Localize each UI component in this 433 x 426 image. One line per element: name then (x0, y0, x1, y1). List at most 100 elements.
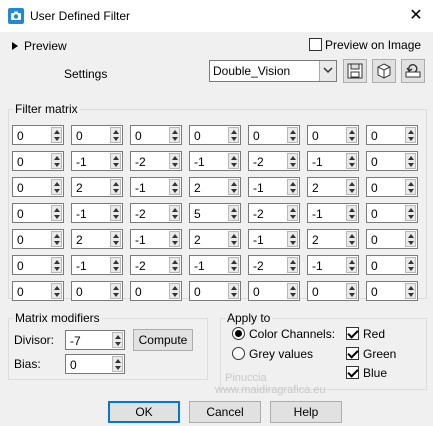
matrix-cell-r1-c2[interactable]: 0 (71, 125, 123, 145)
matrix-cell-spin-arrows[interactable] (169, 205, 180, 221)
matrix-cell-spin-arrows[interactable] (169, 127, 180, 143)
matrix-cell-r6-c3[interactable]: -2 (130, 255, 182, 275)
matrix-cell-r4-c4[interactable]: 5 (189, 203, 241, 223)
matrix-cell-r3-c5[interactable]: -1 (248, 177, 300, 197)
matrix-cell-r4-c6[interactable]: -1 (307, 203, 359, 223)
matrix-cell-spin-arrows[interactable] (405, 257, 416, 273)
matrix-cell-r7-c5[interactable]: 0 (248, 281, 300, 301)
matrix-cell-r2-c3[interactable]: -2 (130, 151, 182, 171)
dropdown-button[interactable] (319, 61, 336, 81)
matrix-cell-r3-c1[interactable]: 0 (12, 177, 64, 197)
matrix-cell-r7-c2[interactable]: 0 (71, 281, 123, 301)
matrix-cell-r2-c1[interactable]: 0 (12, 151, 64, 171)
matrix-cell-r4-c5[interactable]: -2 (248, 203, 300, 223)
matrix-cell-spin-arrows[interactable] (405, 179, 416, 195)
matrix-cell-r7-c7[interactable]: 0 (366, 281, 418, 301)
matrix-cell-r6-c2[interactable]: -1 (71, 255, 123, 275)
matrix-cell-r5-c3[interactable]: -1 (130, 229, 182, 249)
matrix-cell-spin-arrows[interactable] (287, 257, 298, 273)
matrix-cell-r1-c1[interactable]: 0 (12, 125, 64, 145)
bias-spin-arrows[interactable] (112, 356, 123, 372)
matrix-cell-spin-arrows[interactable] (110, 231, 121, 247)
matrix-cell-r6-c5[interactable]: -2 (248, 255, 300, 275)
matrix-cell-r6-c7[interactable]: 0 (366, 255, 418, 275)
matrix-cell-spin-arrows[interactable] (346, 179, 357, 195)
matrix-cell-spin-arrows[interactable] (51, 231, 62, 247)
matrix-cell-spin-arrows[interactable] (228, 257, 239, 273)
matrix-cell-spin-arrows[interactable] (346, 231, 357, 247)
matrix-cell-spin-arrows[interactable] (228, 283, 239, 299)
matrix-cell-r6-c6[interactable]: -1 (307, 255, 359, 275)
preview-expander[interactable]: Preview (12, 38, 67, 53)
matrix-cell-spin-arrows[interactable] (228, 231, 239, 247)
matrix-cell-spin-arrows[interactable] (110, 205, 121, 221)
grey-values-radio[interactable] (232, 347, 245, 360)
ok-button[interactable]: OK (108, 401, 180, 423)
compute-button[interactable]: Compute (133, 329, 193, 351)
matrix-cell-r3-c3[interactable]: -1 (130, 177, 182, 197)
matrix-cell-r3-c4[interactable]: 2 (189, 177, 241, 197)
matrix-cell-spin-arrows[interactable] (110, 179, 121, 195)
matrix-cell-r1-c7[interactable]: 0 (366, 125, 418, 145)
matrix-cell-spin-arrows[interactable] (51, 205, 62, 221)
matrix-cell-r1-c4[interactable]: 0 (189, 125, 241, 145)
matrix-cell-r2-c2[interactable]: -1 (71, 151, 123, 171)
color-channels-radio[interactable] (232, 327, 245, 340)
matrix-cell-spin-arrows[interactable] (110, 257, 121, 273)
matrix-cell-r5-c2[interactable]: 2 (71, 229, 123, 249)
matrix-cell-spin-arrows[interactable] (405, 205, 416, 221)
matrix-cell-r3-c6[interactable]: 2 (307, 177, 359, 197)
matrix-cell-r5-c1[interactable]: 0 (12, 229, 64, 249)
matrix-cell-r3-c2[interactable]: 2 (71, 177, 123, 197)
matrix-cell-spin-arrows[interactable] (51, 127, 62, 143)
matrix-cell-r2-c5[interactable]: -2 (248, 151, 300, 171)
matrix-cell-spin-arrows[interactable] (287, 153, 298, 169)
reset-button[interactable] (401, 59, 425, 83)
matrix-cell-spin-arrows[interactable] (169, 231, 180, 247)
matrix-cell-r1-c3[interactable]: 0 (130, 125, 182, 145)
bias-spinner[interactable]: 0 (65, 354, 125, 374)
save-preset-button[interactable] (343, 59, 367, 83)
matrix-cell-spin-arrows[interactable] (405, 127, 416, 143)
matrix-cell-spin-arrows[interactable] (110, 127, 121, 143)
matrix-cell-spin-arrows[interactable] (51, 179, 62, 195)
matrix-cell-spin-arrows[interactable] (51, 153, 62, 169)
matrix-cell-r4-c7[interactable]: 0 (366, 203, 418, 223)
matrix-cell-r2-c6[interactable]: -1 (307, 151, 359, 171)
preset-dropdown[interactable]: Double_Vision (209, 60, 337, 82)
matrix-cell-r7-c1[interactable]: 0 (12, 281, 64, 301)
blue-checkbox[interactable] (346, 366, 359, 379)
matrix-cell-r6-c1[interactable]: 0 (12, 255, 64, 275)
matrix-cell-spin-arrows[interactable] (169, 257, 180, 273)
matrix-cell-r5-c5[interactable]: -1 (248, 229, 300, 249)
matrix-cell-spin-arrows[interactable] (287, 179, 298, 195)
matrix-cell-r6-c4[interactable]: -1 (189, 255, 241, 275)
matrix-cell-spin-arrows[interactable] (110, 153, 121, 169)
matrix-cell-spin-arrows[interactable] (346, 205, 357, 221)
green-checkbox[interactable] (346, 347, 359, 360)
matrix-cell-spin-arrows[interactable] (287, 127, 298, 143)
matrix-cell-spin-arrows[interactable] (110, 283, 121, 299)
matrix-cell-r4-c1[interactable]: 0 (12, 203, 64, 223)
preview-on-image-checkbox[interactable] (309, 38, 322, 51)
matrix-cell-spin-arrows[interactable] (346, 153, 357, 169)
matrix-cell-r4-c2[interactable]: -1 (71, 203, 123, 223)
matrix-cell-spin-arrows[interactable] (346, 127, 357, 143)
matrix-cell-r7-c3[interactable]: 0 (130, 281, 182, 301)
divisor-spinner[interactable]: -7 (65, 330, 125, 350)
matrix-cell-spin-arrows[interactable] (346, 257, 357, 273)
matrix-cell-spin-arrows[interactable] (405, 283, 416, 299)
matrix-cell-spin-arrows[interactable] (169, 283, 180, 299)
matrix-cell-spin-arrows[interactable] (51, 283, 62, 299)
help-button[interactable]: Help (270, 401, 342, 423)
matrix-cell-r1-c6[interactable]: 0 (307, 125, 359, 145)
matrix-cell-spin-arrows[interactable] (169, 153, 180, 169)
matrix-cell-r5-c7[interactable]: 0 (366, 229, 418, 249)
matrix-cell-r4-c3[interactable]: -2 (130, 203, 182, 223)
matrix-cell-spin-arrows[interactable] (287, 231, 298, 247)
matrix-cell-r7-c4[interactable]: 0 (189, 281, 241, 301)
matrix-cell-spin-arrows[interactable] (228, 179, 239, 195)
red-checkbox[interactable] (346, 327, 359, 340)
matrix-cell-spin-arrows[interactable] (346, 283, 357, 299)
matrix-cell-r5-c4[interactable]: 2 (189, 229, 241, 249)
